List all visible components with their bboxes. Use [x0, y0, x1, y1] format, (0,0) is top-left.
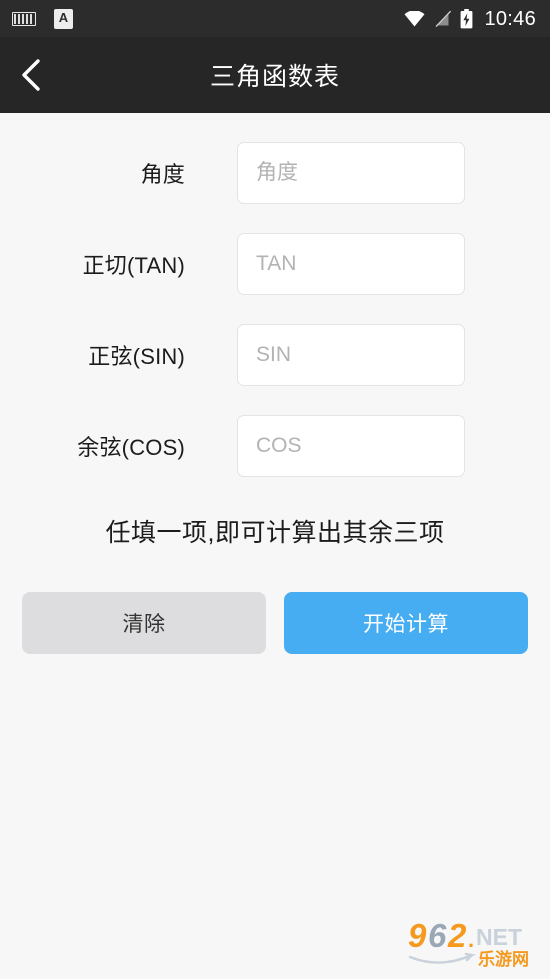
field-row-tan: 正切(TAN) [0, 218, 550, 309]
field-label-sin: 正弦(SIN) [88, 343, 185, 369]
field-input-wrap-tan [237, 232, 465, 295]
field-row-angle: 角度 [0, 127, 550, 218]
svg-text:9: 9 [408, 917, 427, 954]
calculate-button[interactable]: 开始计算 [284, 592, 528, 654]
battery-charging-icon [460, 8, 473, 29]
svg-text:2: 2 [447, 917, 467, 954]
sin-input[interactable] [237, 323, 465, 386]
action-button-row: 清除 开始计算 [0, 592, 550, 654]
tan-input[interactable] [237, 232, 465, 295]
field-row-cos: 余弦(COS) [0, 400, 550, 491]
ime-a-icon: A [54, 8, 73, 29]
clear-button[interactable]: 清除 [22, 592, 266, 654]
cos-input[interactable] [237, 414, 465, 477]
site-watermark: 9 6 2 . NET 乐游网 [406, 913, 542, 973]
trig-form: 角度 正切(TAN) 正弦(SIN) 余弦(COS) 任填一项,即可计算出其余三… [0, 113, 550, 654]
page-title: 三角函数表 [209, 63, 340, 91]
status-bar-left: A [12, 8, 73, 29]
field-input-wrap-sin [237, 323, 465, 386]
svg-text:6: 6 [428, 917, 447, 954]
ime-letter: A [58, 10, 69, 25]
status-bar-clock: 10:46 [484, 7, 536, 30]
svg-text:.: . [468, 927, 474, 952]
wifi-icon [404, 10, 425, 27]
status-bar-right: 10:46 [404, 7, 536, 30]
no-sim-icon [434, 9, 452, 28]
field-input-wrap-angle [237, 141, 465, 204]
field-label-tan: 正切(TAN) [82, 252, 185, 278]
field-label-angle: 角度 [140, 161, 185, 187]
form-hint: 任填一项,即可计算出其余三项 [105, 519, 445, 547]
angle-input[interactable] [237, 141, 465, 204]
field-row-sin: 正弦(SIN) [0, 309, 550, 400]
field-label-cos: 余弦(COS) [77, 434, 185, 460]
svg-text:乐游网: 乐游网 [478, 949, 529, 969]
chevron-left-icon [20, 58, 42, 92]
back-button[interactable] [0, 37, 62, 113]
field-input-wrap-cos [237, 414, 465, 477]
app-header: 三角函数表 [0, 37, 550, 113]
status-bar: A 10:46 [0, 0, 550, 37]
svg-text:NET: NET [476, 924, 522, 950]
keyboard-icon [12, 11, 36, 26]
